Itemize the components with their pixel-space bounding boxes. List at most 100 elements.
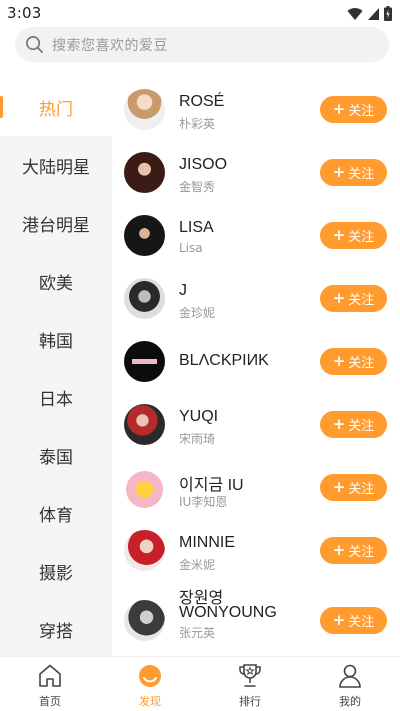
tab-label: 排行 <box>239 695 261 708</box>
star-name: WONYOUNG <box>179 604 277 621</box>
tab-label: 我的 <box>339 695 361 708</box>
star-name: J <box>179 282 187 299</box>
sidebar-item-japan[interactable]: 日本 <box>0 368 112 426</box>
follow-button[interactable]: + 关注 <box>320 96 387 123</box>
list-item[interactable]: YUQI 宋雨琦 + 关注 <box>112 393 400 456</box>
sidebar-item-label: 港台明星 <box>22 215 90 236</box>
follow-button[interactable]: + 关注 <box>320 607 387 634</box>
follow-label: 关注 <box>348 545 375 560</box>
follow-button[interactable]: + 关注 <box>320 222 387 249</box>
user-icon <box>339 664 361 688</box>
sidebar-item-label: 欧美 <box>39 273 73 294</box>
list-item[interactable]: 이지금 IU IU李知恩 + 关注 <box>112 456 400 519</box>
follow-label: 关注 <box>348 615 375 630</box>
category-sidebar: 热门 大陆明星 港台明星 欧美 韩国 日本 泰国 体育 摄影 穿搭 <box>0 78 112 656</box>
follow-button[interactable]: + 关注 <box>320 537 387 564</box>
list-item[interactable]: 장원영 WONYOUNG 张元英 + 关注 <box>112 582 400 656</box>
follow-label: 关注 <box>348 167 375 182</box>
sidebar-item-sports[interactable]: 体育 <box>0 484 112 542</box>
follow-button[interactable]: + 关注 <box>320 348 387 375</box>
list-item[interactable]: JISOO 金智秀 + 关注 <box>112 141 400 204</box>
sidebar-item-label: 韩国 <box>39 331 73 352</box>
group-logo-avatar <box>124 341 165 382</box>
star-subname: 朴彩英 <box>179 117 216 131</box>
sidebar-item-thailand[interactable]: 泰国 <box>0 426 112 484</box>
wifi-icon <box>347 7 363 20</box>
sidebar-item-photography[interactable]: 摄影 <box>0 542 112 600</box>
avatar <box>124 215 165 256</box>
discover-icon <box>139 665 161 687</box>
sidebar-item-label: 热门 <box>39 99 73 120</box>
signal-icon <box>368 7 379 20</box>
follow-label: 关注 <box>348 293 375 308</box>
list-item[interactable]: LISA Lisa + 关注 <box>112 204 400 267</box>
bottom-tab-bar: 首页 发现 排行 我的 <box>0 656 400 711</box>
tab-discover[interactable]: 发现 <box>100 657 200 711</box>
follow-button[interactable]: + 关注 <box>320 411 387 438</box>
follow-button[interactable]: + 关注 <box>320 159 387 186</box>
avatar <box>124 152 165 193</box>
star-subname: 金智秀 <box>179 180 216 194</box>
sidebar-item-label: 穿搭 <box>39 621 73 642</box>
star-name: YUQI <box>179 408 219 425</box>
avatar <box>124 600 165 641</box>
star-subname: 宋雨琦 <box>179 432 216 446</box>
star-name: LISA <box>179 219 214 236</box>
sidebar-item-label: 体育 <box>39 505 73 526</box>
tab-label: 发现 <box>139 695 161 708</box>
plus-icon: + <box>332 100 346 118</box>
plus-icon: + <box>332 289 346 307</box>
sidebar-item-label: 日本 <box>39 389 73 410</box>
home-icon <box>39 664 61 687</box>
status-icons <box>347 6 392 21</box>
follow-label: 关注 <box>348 104 375 119</box>
tab-label: 首页 <box>39 695 61 708</box>
follow-label: 关注 <box>348 482 375 497</box>
plus-icon: + <box>332 352 346 370</box>
list-item[interactable]: J 金珍妮 + 关注 <box>112 267 400 330</box>
status-time: 3:03 <box>7 4 42 22</box>
battery-icon <box>384 6 392 21</box>
plus-icon: + <box>332 163 346 181</box>
trophy-icon <box>239 664 261 687</box>
follow-label: 关注 <box>348 419 375 434</box>
avatar <box>124 530 165 571</box>
sidebar-item-hot[interactable]: 热门 <box>0 78 112 136</box>
avatar <box>124 404 165 445</box>
sidebar-item-hk-tw[interactable]: 港台明星 <box>0 194 112 252</box>
sidebar-item-outfit[interactable]: 穿搭 <box>0 600 112 658</box>
search-placeholder: 搜索您喜欢的爱豆 <box>52 38 168 54</box>
avatar <box>124 278 165 319</box>
follow-button[interactable]: + 关注 <box>320 474 387 501</box>
list-item[interactable]: MINNIE 金米妮 + 关注 <box>112 519 400 582</box>
star-name: ROSÉ <box>179 93 225 110</box>
sidebar-item-mainland[interactable]: 大陆明星 <box>0 136 112 194</box>
list-item[interactable]: BLΛCKPIИK + 关注 <box>112 330 400 393</box>
sidebar-item-korea[interactable]: 韩国 <box>0 310 112 368</box>
follow-label: 关注 <box>348 230 375 245</box>
star-subname: 张元英 <box>179 626 216 640</box>
tab-home[interactable]: 首页 <box>0 657 100 711</box>
star-subname: IU李知恩 <box>179 495 228 509</box>
avatar <box>124 89 165 130</box>
star-name: BLΛCKPIИK <box>179 352 269 369</box>
tab-ranking[interactable]: 排行 <box>200 657 300 711</box>
sidebar-item-label: 大陆明星 <box>22 157 90 178</box>
plus-icon: + <box>332 478 346 496</box>
star-list: ROSÉ 朴彩英 + 关注 JISOO 金智秀 + 关注 LISA Lisa + 关注… <box>112 78 400 656</box>
sidebar-item-western[interactable]: 欧美 <box>0 252 112 310</box>
follow-button[interactable]: + 关注 <box>320 285 387 312</box>
search-bar[interactable]: 搜索您喜欢的爱豆 <box>15 27 389 62</box>
plus-icon: + <box>332 611 346 629</box>
search-icon <box>26 36 43 53</box>
list-item[interactable]: ROSÉ 朴彩英 + 关注 <box>112 78 400 141</box>
status-bar: 3:03 <box>0 0 400 26</box>
sidebar-item-label: 泰国 <box>39 447 73 468</box>
plus-icon: + <box>332 226 346 244</box>
plus-icon: + <box>332 415 346 433</box>
tab-profile[interactable]: 我的 <box>300 657 400 711</box>
sidebar-item-label: 摄影 <box>39 563 73 584</box>
avatar <box>124 467 165 508</box>
star-subname: 金珍妮 <box>179 306 216 320</box>
star-name: JISOO <box>179 156 228 173</box>
